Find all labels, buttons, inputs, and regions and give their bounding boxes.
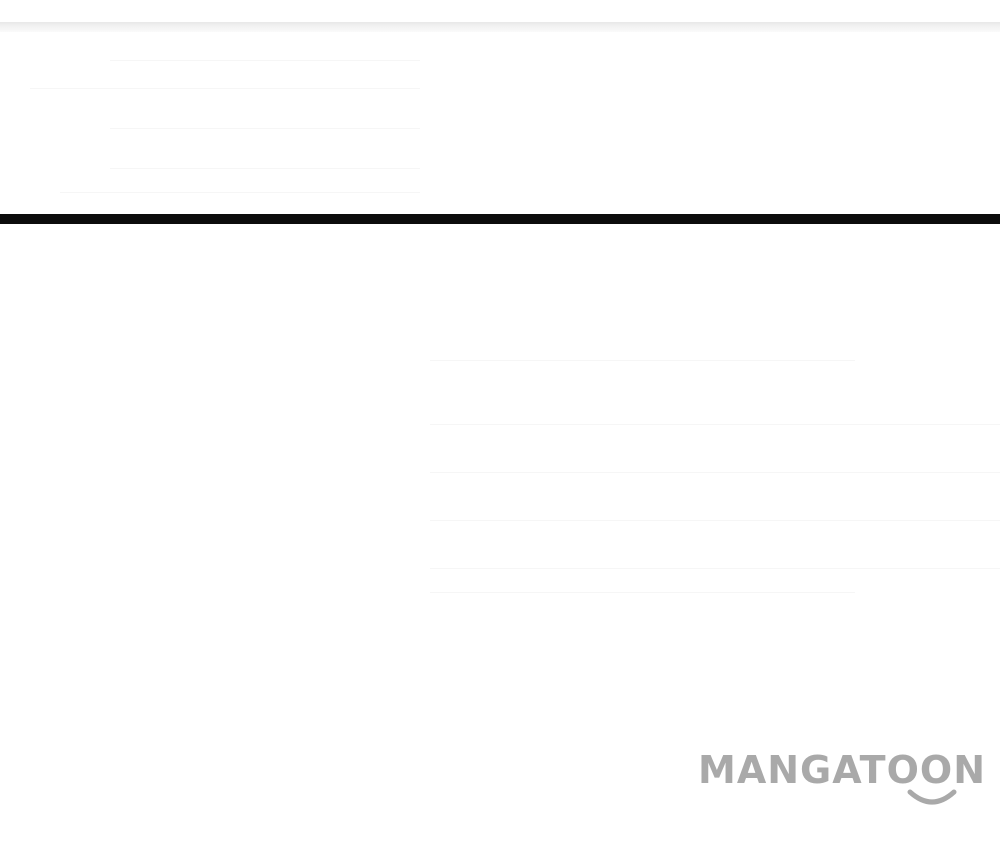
faint-artifact — [110, 60, 420, 61]
mangatoon-watermark: MANGATOON — [698, 748, 1000, 812]
faint-artifact — [430, 424, 1000, 425]
faint-artifact — [430, 472, 1000, 473]
faint-artifact — [430, 520, 1000, 521]
faint-artifact — [110, 168, 420, 169]
faint-artifact — [110, 128, 420, 129]
faint-artifact — [430, 592, 855, 593]
faint-artifact — [60, 192, 420, 193]
comic-page: MANGATOON — [0, 0, 1000, 862]
smile-icon — [907, 789, 957, 805]
faint-artifact — [30, 88, 420, 89]
faint-artifact — [430, 568, 1000, 569]
top-panel-border — [0, 22, 1000, 32]
watermark-text: MANGATOON — [698, 748, 987, 792]
faint-artifact — [430, 360, 855, 361]
panel-divider — [0, 214, 1000, 224]
upper-panel — [0, 32, 1000, 214]
